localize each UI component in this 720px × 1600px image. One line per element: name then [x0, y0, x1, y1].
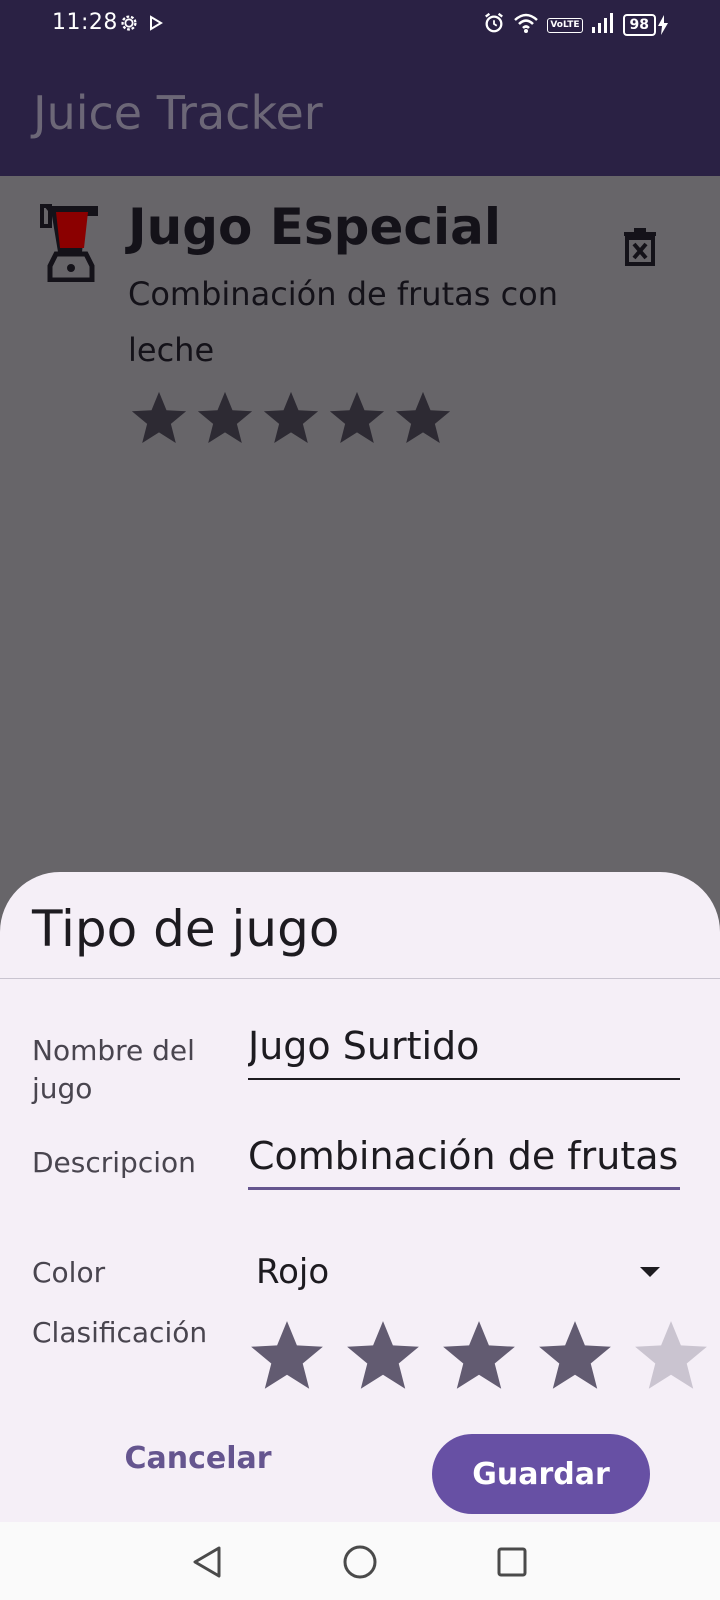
app-title: Juice Tracker	[33, 86, 323, 140]
status-left-icons	[118, 12, 164, 38]
nav-back-button[interactable]	[186, 1540, 230, 1584]
color-label: Color	[32, 1256, 106, 1289]
rating-star-1-icon[interactable]	[246, 1316, 328, 1398]
star-filled-icon	[131, 391, 187, 444]
sheet-divider	[0, 978, 720, 979]
color-dropdown[interactable]: Rojo	[248, 1242, 668, 1302]
play-store-icon	[148, 15, 164, 35]
system-nav-bar	[0, 1522, 720, 1600]
rating-bar[interactable]	[246, 1316, 712, 1398]
delete-icon	[624, 228, 656, 266]
juice-description: Combinación de frutas con leche	[128, 275, 559, 369]
alarm-icon	[483, 12, 505, 38]
dropdown-arrow-icon	[640, 1267, 660, 1277]
nav-recents-button[interactable]	[490, 1540, 534, 1584]
sheet-title: Tipo de jugo	[32, 900, 340, 958]
star-filled-icon	[329, 391, 385, 444]
home-icon	[343, 1545, 377, 1579]
star-filled-icon	[395, 391, 451, 444]
recents-icon	[497, 1547, 527, 1577]
bottom-sheet: Tipo de jugo Nombre del jugo Jugo Surtid…	[0, 872, 720, 1524]
rating-star-4-icon[interactable]	[534, 1316, 616, 1398]
rating-star-5-icon[interactable]	[630, 1316, 712, 1398]
volte-badge: VoLTE	[547, 17, 583, 33]
blender-icon	[40, 202, 106, 283]
delete-button[interactable]	[612, 218, 668, 274]
wifi-icon	[513, 12, 539, 38]
nav-home-button[interactable]	[338, 1540, 382, 1584]
save-button[interactable]: Guardar	[432, 1434, 650, 1514]
battery-indicator: 98	[622, 14, 668, 36]
rating-label: Clasificación	[32, 1316, 208, 1349]
back-icon	[193, 1546, 221, 1578]
color-value: Rojo	[256, 1252, 330, 1292]
status-right-icons: VoLTE 98	[483, 12, 668, 38]
description-field[interactable]: Combinación de frutas	[248, 1130, 680, 1190]
battery-level: 98	[622, 14, 656, 36]
star-filled-icon	[197, 391, 253, 444]
status-bar: 11:28 VoLTE 98	[0, 0, 720, 48]
juice-list-item[interactable]: Jugo Especial Combinación de frutas con …	[0, 176, 720, 476]
app-bar: Juice Tracker	[0, 48, 720, 176]
star-filled-icon	[263, 391, 319, 444]
cancel-button[interactable]: Cancelar	[118, 1428, 278, 1488]
name-label: Nombre del jugo	[32, 1034, 195, 1105]
rating-star-3-icon[interactable]	[438, 1316, 520, 1398]
juice-name: Jugo Especial	[128, 198, 502, 256]
juice-rating	[128, 388, 454, 450]
rating-star-2-icon[interactable]	[342, 1316, 424, 1398]
charging-icon	[658, 15, 668, 35]
description-label: Descripcion	[32, 1146, 196, 1179]
settings-gear-icon	[118, 12, 140, 38]
name-field[interactable]: Jugo Surtido	[248, 1020, 680, 1080]
status-time: 11:28	[52, 10, 118, 35]
signal-icon	[591, 13, 615, 37]
